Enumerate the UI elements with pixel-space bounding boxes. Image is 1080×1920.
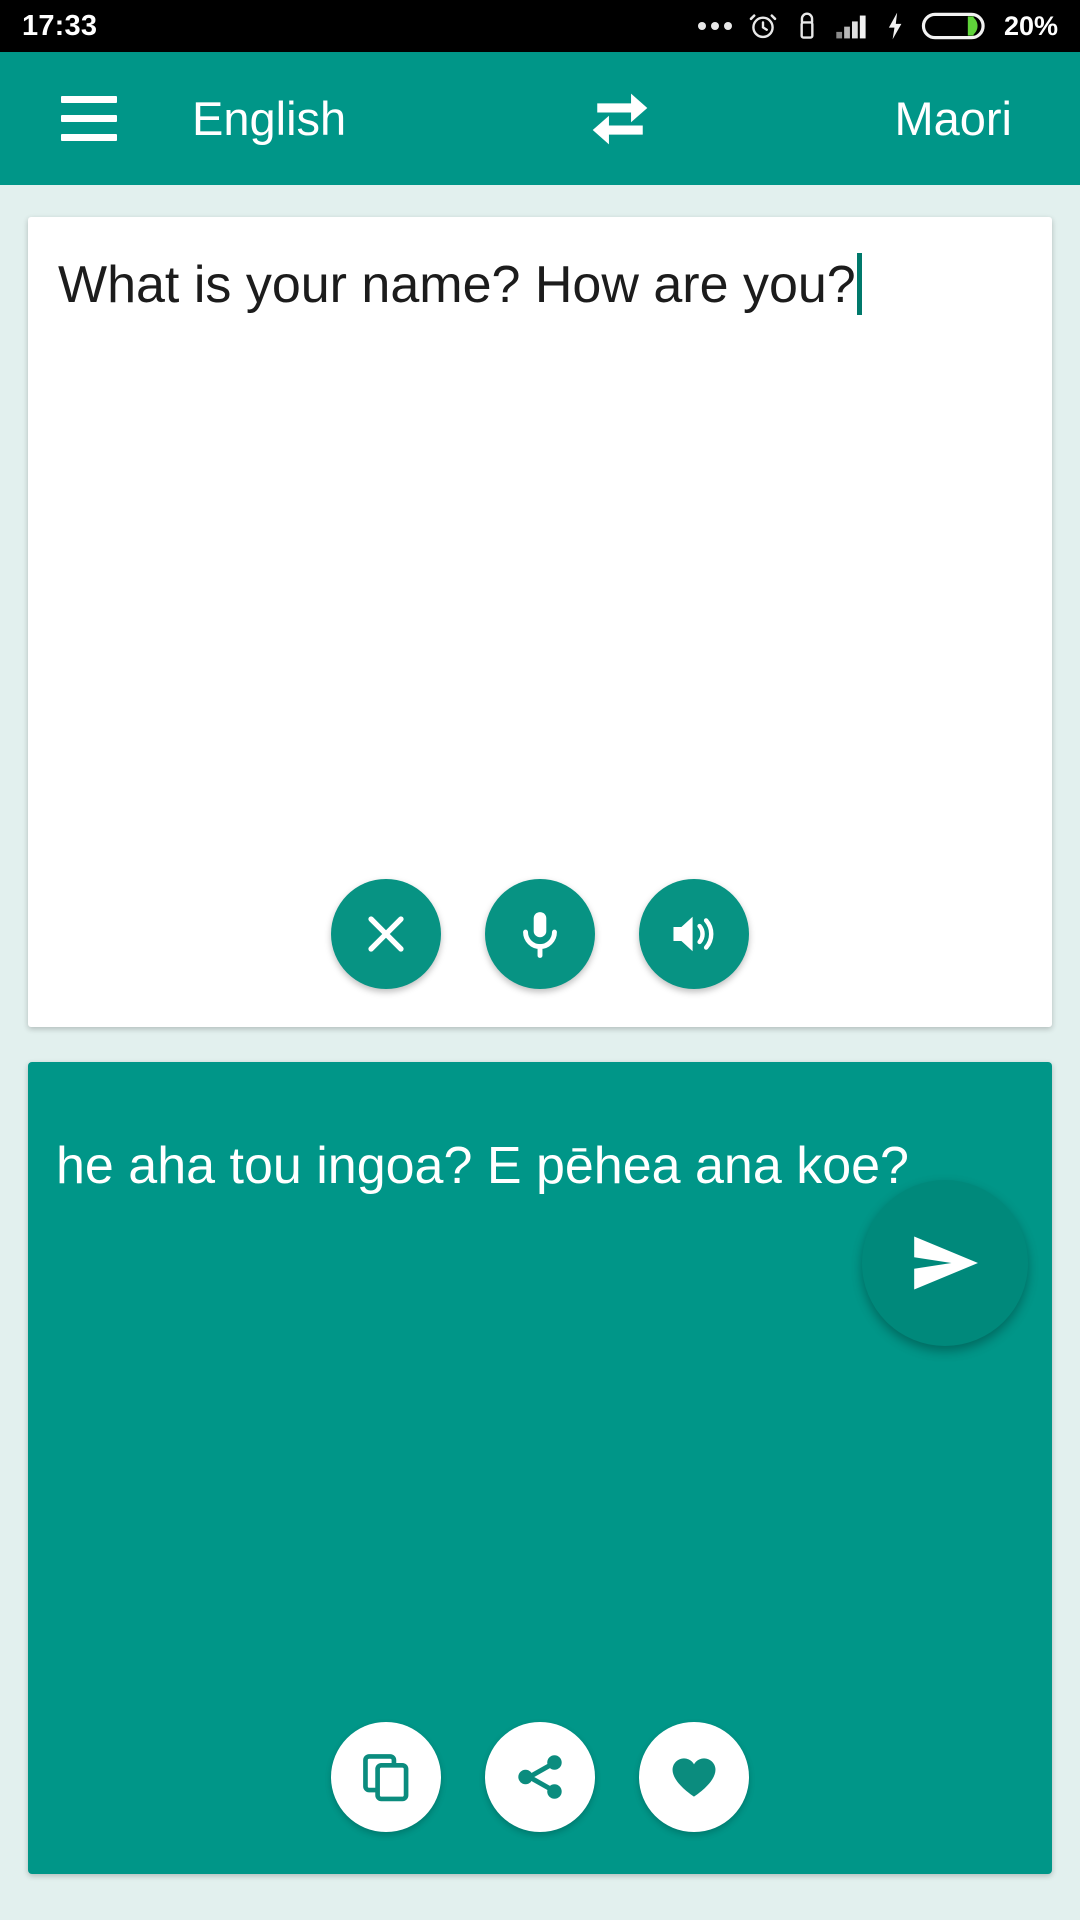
source-text-area[interactable]: What is your name? How are you? bbox=[58, 253, 1022, 318]
heart-icon bbox=[672, 1758, 716, 1797]
input-action-bar bbox=[28, 879, 1052, 989]
output-action-bar bbox=[28, 1722, 1052, 1832]
text-cursor bbox=[856, 253, 862, 315]
output-card[interactable]: he aha tou ingoa? E pēhea ana koe? bbox=[28, 1062, 1052, 1874]
clear-icon bbox=[368, 916, 404, 952]
menu-bar-1 bbox=[61, 96, 117, 103]
copy-button[interactable] bbox=[331, 1722, 441, 1832]
signal-bars-icon bbox=[836, 15, 866, 39]
battery-icon bbox=[921, 12, 985, 40]
page-body: What is your name? How are you? he aha t… bbox=[0, 185, 1080, 1920]
send-button[interactable] bbox=[862, 1180, 1028, 1346]
swap-arrows-glyph bbox=[593, 93, 648, 144]
clear-button[interactable] bbox=[331, 879, 441, 989]
favorite-button[interactable] bbox=[639, 1722, 749, 1832]
app-bar: English Maori bbox=[0, 52, 1080, 185]
menu-bar-2 bbox=[61, 115, 117, 122]
menu-bar-3 bbox=[61, 134, 117, 141]
source-text[interactable]: What is your name? How are you? bbox=[58, 253, 856, 318]
battery-percent-label: 20% bbox=[1003, 10, 1058, 41]
speak-button[interactable] bbox=[639, 879, 749, 989]
status-clock: 17:33 bbox=[22, 9, 98, 42]
charging-bolt-icon bbox=[888, 12, 902, 40]
menu-icon[interactable] bbox=[34, 52, 144, 185]
swap-languages-icon[interactable] bbox=[572, 71, 668, 167]
copy-icon bbox=[363, 1754, 409, 1802]
usb-lock-icon bbox=[800, 12, 814, 39]
translated-text: he aha tou ingoa? E pēhea ana koe? bbox=[56, 1137, 909, 1195]
microphone-icon bbox=[523, 912, 557, 958]
status-bar: 17:33 20% bbox=[0, 0, 1080, 52]
source-language-selector[interactable]: English bbox=[192, 91, 346, 146]
more-dots-icon bbox=[697, 22, 732, 30]
alarm-clock-icon bbox=[749, 14, 777, 39]
microphone-button[interactable] bbox=[485, 879, 595, 989]
speaker-icon bbox=[673, 916, 714, 952]
share-icon bbox=[518, 1755, 562, 1799]
share-button[interactable] bbox=[485, 1722, 595, 1832]
input-card[interactable]: What is your name? How are you? bbox=[28, 217, 1052, 1027]
status-icons-group: 20% bbox=[697, 10, 1058, 42]
target-language-selector[interactable]: Maori bbox=[894, 91, 1012, 146]
send-icon bbox=[914, 1236, 978, 1290]
